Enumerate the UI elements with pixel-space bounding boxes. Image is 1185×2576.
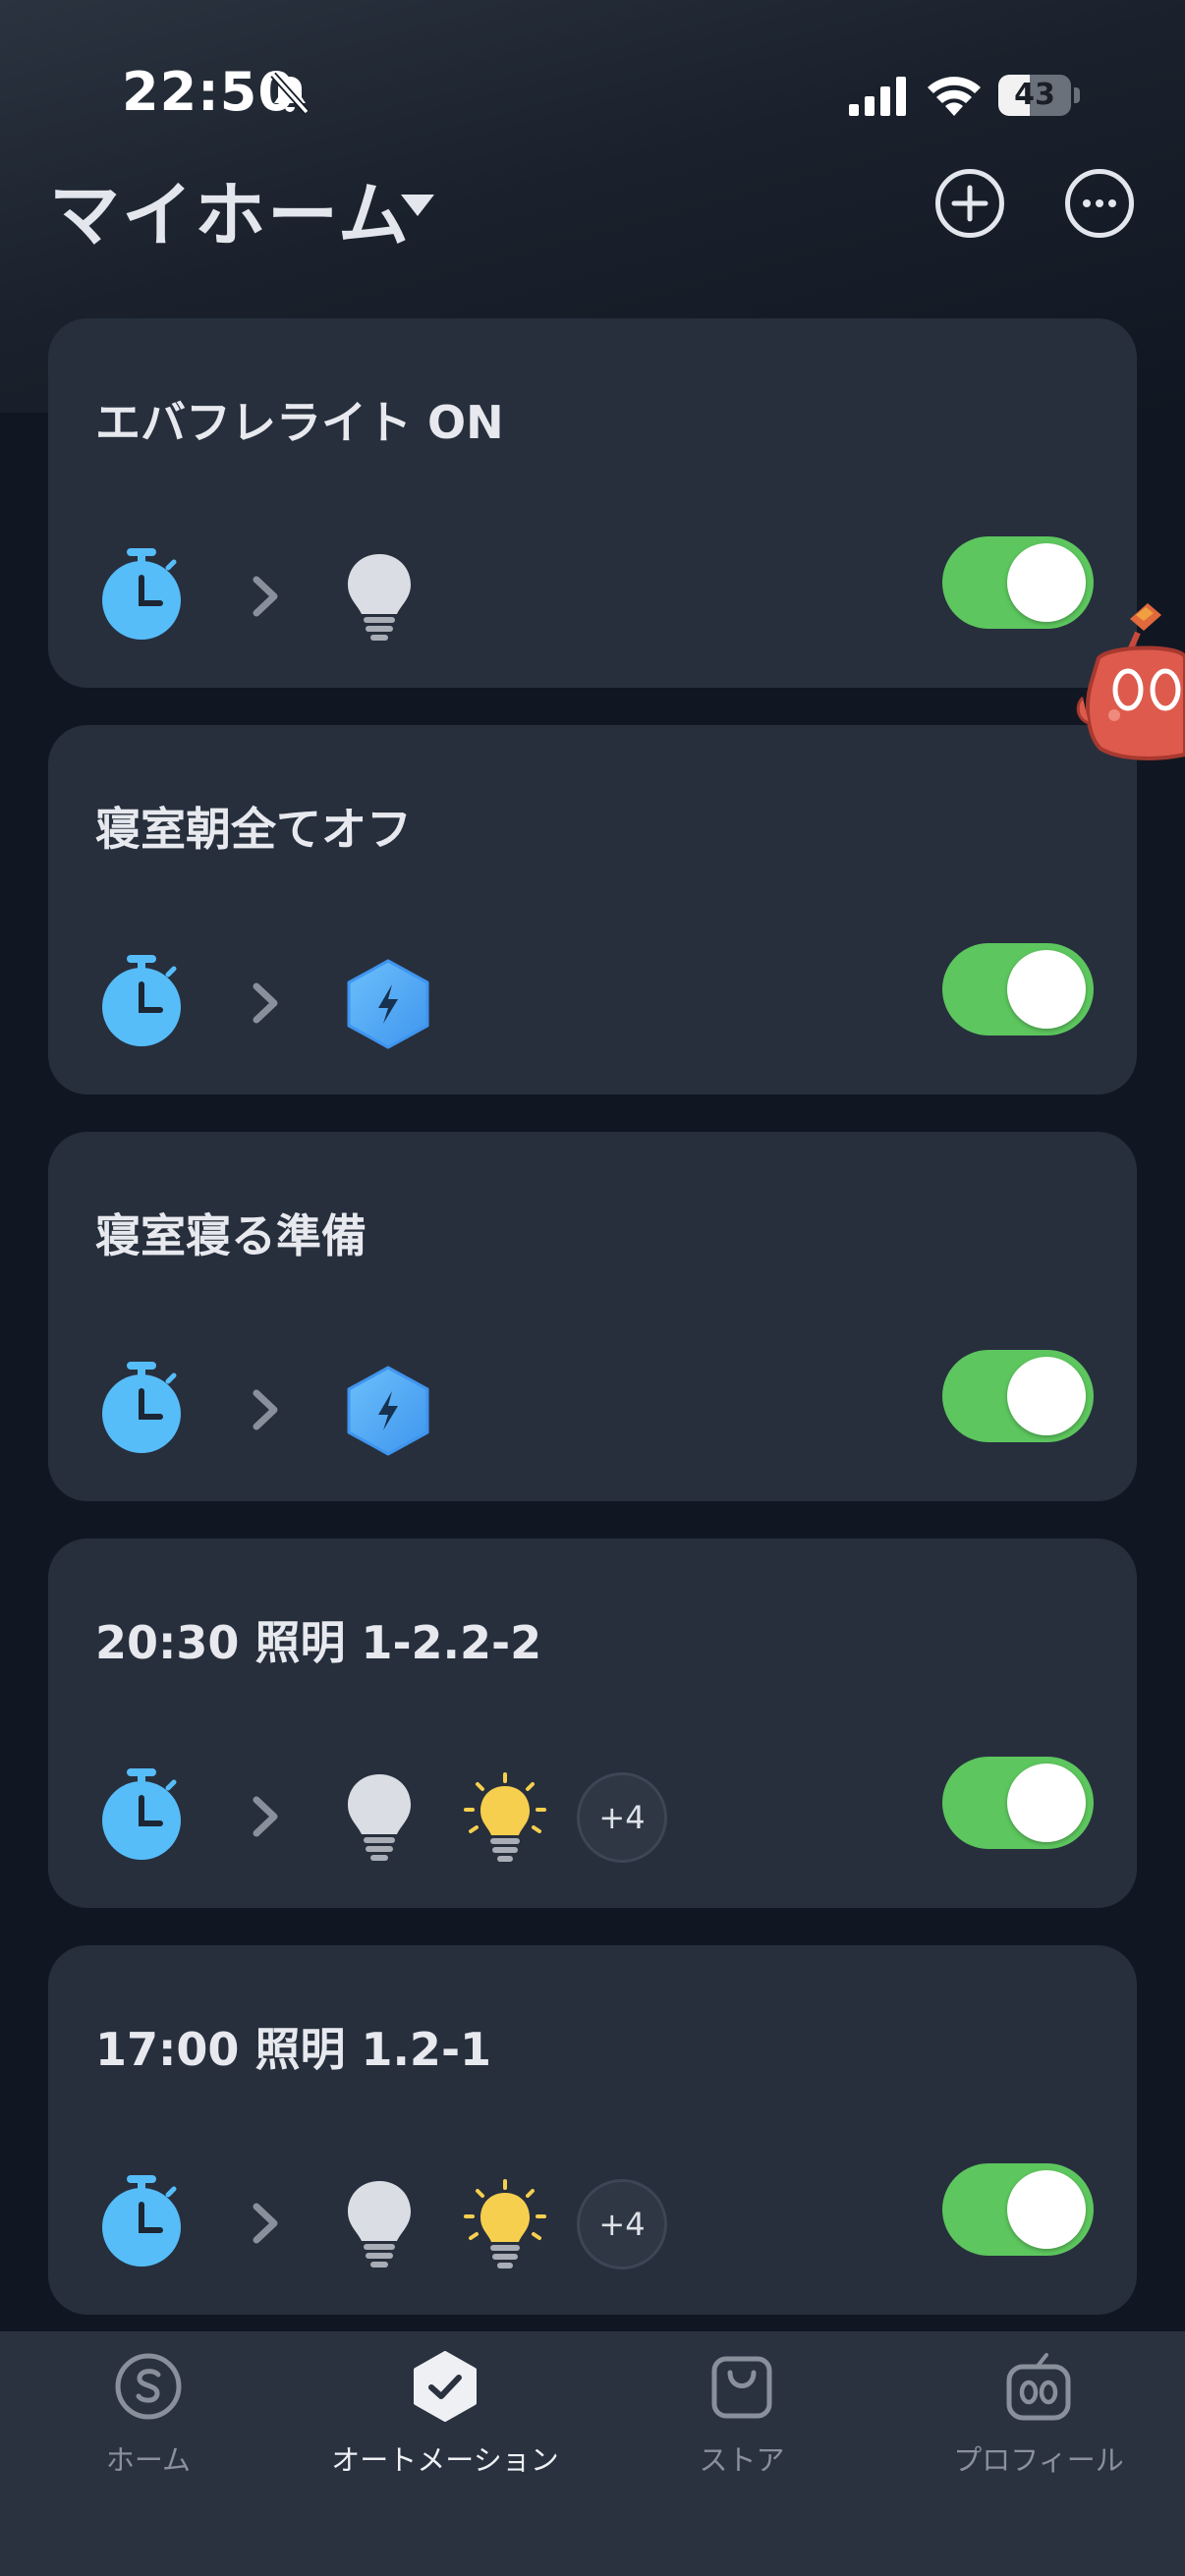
automation-card[interactable]: エバフレライト ON bbox=[48, 318, 1137, 688]
battery-percent: 43 bbox=[1014, 78, 1055, 112]
automation-toggle[interactable] bbox=[942, 1350, 1094, 1442]
store-bag-icon bbox=[711, 2356, 772, 2419]
plus-icon bbox=[951, 185, 988, 222]
automation-check-icon bbox=[414, 2351, 477, 2422]
chevron-right-icon bbox=[249, 1792, 282, 1841]
dropdown-caret-icon[interactable] bbox=[401, 195, 434, 216]
chevron-right-icon bbox=[249, 979, 282, 1028]
tab-label: ストア bbox=[699, 2443, 785, 2477]
automation-title: エバフレライト ON bbox=[95, 396, 504, 449]
scene-icon bbox=[345, 1366, 431, 1456]
tab-label: ホーム bbox=[105, 2443, 192, 2477]
bell-muted-icon bbox=[270, 72, 310, 115]
signal-icon bbox=[849, 77, 906, 116]
timer-icon bbox=[99, 2173, 184, 2268]
bulb-on-icon bbox=[461, 2179, 549, 2271]
tab-label: プロフィール bbox=[953, 2443, 1124, 2477]
chevron-right-icon bbox=[249, 2199, 282, 2248]
tab-automation[interactable]: オートメーション bbox=[297, 2331, 593, 2576]
chevron-right-icon bbox=[249, 572, 282, 621]
ellipsis-icon bbox=[1083, 199, 1116, 207]
wifi-icon bbox=[928, 77, 981, 116]
tab-store[interactable]: ストア bbox=[593, 2331, 890, 2576]
chevron-right-icon bbox=[249, 1385, 282, 1434]
automation-toggle[interactable] bbox=[942, 1757, 1094, 1849]
timer-icon bbox=[99, 953, 184, 1047]
automation-title: 寝室寝る準備 bbox=[95, 1209, 367, 1262]
scene-icon bbox=[345, 959, 431, 1049]
automation-toggle[interactable] bbox=[942, 943, 1094, 1036]
add-button[interactable] bbox=[935, 169, 1004, 238]
automation-title: 20:30 照明 1-2.2-2 bbox=[95, 1616, 542, 1669]
toggle-knob bbox=[1007, 2170, 1086, 2249]
bulb-icon bbox=[345, 2179, 414, 2269]
toggle-knob bbox=[1007, 950, 1086, 1029]
automation-card[interactable]: 寝室寝る準備 bbox=[48, 1132, 1137, 1501]
toggle-knob bbox=[1007, 1764, 1086, 1842]
automation-card[interactable]: 17:00 照明 1.2-1 +4 bbox=[48, 1945, 1137, 2315]
home-selector[interactable]: マイホーム bbox=[49, 157, 411, 260]
mascot-robot-icon[interactable] bbox=[1071, 589, 1185, 766]
toggle-knob bbox=[1007, 1357, 1086, 1435]
more-devices-badge: +4 bbox=[577, 1772, 667, 1863]
tab-label: オートメーション bbox=[331, 2443, 559, 2477]
timer-icon bbox=[99, 546, 184, 641]
more-devices-badge: +4 bbox=[577, 2179, 667, 2269]
bulb-icon bbox=[345, 1772, 414, 1863]
bottom-tab-bar: ホーム オートメーション ストア プロフィール bbox=[0, 2331, 1185, 2576]
battery-tip bbox=[1074, 87, 1080, 103]
tab-home[interactable]: ホーム bbox=[0, 2331, 297, 2576]
automation-card[interactable]: 20:30 照明 1-2.2-2 +4 bbox=[48, 1539, 1137, 1908]
tab-profile[interactable]: プロフィール bbox=[890, 2331, 1185, 2576]
home-s-icon bbox=[115, 2353, 182, 2420]
more-options-button[interactable] bbox=[1065, 169, 1134, 238]
battery-body: 43 bbox=[998, 75, 1071, 116]
automation-toggle[interactable] bbox=[942, 2163, 1094, 2256]
timer-icon bbox=[99, 1360, 184, 1454]
battery-indicator: 43 bbox=[998, 75, 1081, 116]
profile-robot-icon bbox=[1006, 2353, 1071, 2421]
bulb-icon bbox=[345, 552, 414, 643]
automation-title: 寝室朝全てオフ bbox=[95, 803, 412, 856]
automation-title: 17:00 照明 1.2-1 bbox=[95, 2023, 492, 2076]
bulb-on-icon bbox=[461, 1772, 549, 1865]
automation-card[interactable]: 寝室朝全てオフ bbox=[48, 725, 1137, 1094]
timer-icon bbox=[99, 1766, 184, 1861]
